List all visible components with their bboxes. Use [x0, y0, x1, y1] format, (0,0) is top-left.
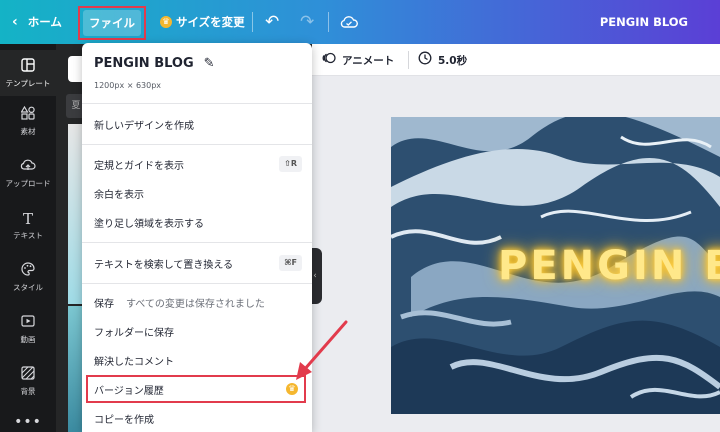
design-title[interactable]: PENGIN BLOG — [600, 0, 688, 44]
design-headline[interactable]: PENGIN B — [498, 243, 720, 289]
menu-item-label: 塗り足し領域を表示する — [94, 218, 204, 230]
sidebar-item-background[interactable]: 背景 — [0, 366, 56, 397]
animate-button[interactable]: アニメート — [322, 44, 394, 76]
crown-icon: ♛ — [160, 16, 172, 28]
duration-button[interactable]: 5.0秒 — [418, 44, 467, 76]
redo-icon[interactable]: ↷ — [300, 0, 314, 44]
text-icon: T — [22, 210, 33, 228]
save-status-text: すべての変更は保存されました — [126, 298, 265, 310]
divider — [408, 51, 409, 69]
sidebar-item-styles[interactable]: スタイル — [0, 262, 56, 293]
chevron-left-icon: ‹ — [12, 14, 18, 30]
animate-label: アニメート — [342, 54, 395, 67]
top-bar: ‹ ホーム ファイル ♛ サイズを変更 ↶ ↷ PENGIN BLOG — [0, 0, 720, 44]
editor-toolbar: アニメート 5.0秒 — [312, 44, 720, 76]
cloud-saved-icon[interactable] — [340, 0, 358, 44]
menu-item-save[interactable]: 保存 すべての変更は保存されました — [82, 288, 312, 316]
menu-item-label: 余白を表示 — [94, 189, 144, 201]
duration-label: 5.0秒 — [438, 54, 468, 67]
video-icon — [0, 314, 56, 332]
palette-icon — [0, 262, 56, 280]
menu-title-text: PENGIN BLOG — [94, 55, 194, 71]
clock-icon — [418, 51, 432, 69]
menu-item-show-margins[interactable]: 余白を表示 — [82, 179, 312, 207]
menu-item-save-to-folder[interactable]: フォルダーに保存 — [82, 317, 312, 345]
divider — [82, 242, 312, 243]
menu-item-label: フォルダーに保存 — [94, 327, 174, 339]
undo-icon[interactable]: ↶ — [265, 0, 279, 44]
template-thumbnail[interactable] — [68, 124, 82, 304]
highlight-box — [86, 375, 306, 403]
sidebar-item-label: 動画 — [20, 335, 36, 344]
menu-item-label: 解決したコメント — [94, 356, 174, 368]
menu-item-label: コピーを作成 — [94, 414, 154, 426]
menu-design-title[interactable]: PENGIN BLOG ✎ — [94, 53, 215, 73]
sidebar-item-label: アップロード — [5, 179, 51, 188]
menu-item-label: テキストを検索して置き換える — [94, 259, 234, 271]
divider — [82, 144, 312, 145]
menu-item-label: 新しいデザインを作成 — [94, 120, 194, 132]
shortcut-badge: ⇧R — [279, 156, 302, 172]
upload-icon — [0, 158, 56, 176]
file-menu-highlight: ファイル — [78, 6, 146, 40]
sidebar-item-templates[interactable]: テンプレート — [0, 50, 56, 96]
more-icon[interactable]: ••• — [0, 414, 56, 430]
sidebar-item-label: テンプレート — [5, 79, 51, 88]
sidebar-item-elements[interactable]: 素材 — [0, 105, 56, 137]
template-icon — [0, 58, 56, 76]
menu-item-make-copy[interactable]: コピーを作成 — [82, 404, 312, 432]
menu-item-label: 定規とガイドを表示 — [94, 160, 184, 172]
divider — [328, 12, 329, 32]
divider — [252, 12, 253, 32]
file-dropdown-menu: PENGIN BLOG ✎ 1200px × 630px 新しいデザインを作成 … — [82, 43, 312, 432]
elements-icon — [0, 105, 56, 124]
menu-item-show-rulers[interactable]: 定規とガイドを表示 ⇧R — [82, 150, 312, 178]
background-icon — [0, 366, 56, 384]
shortcut-badge: ⌘F — [279, 255, 302, 271]
resize-button[interactable]: ♛ サイズを変更 — [160, 0, 245, 44]
sidebar-item-uploads[interactable]: アップロード — [0, 158, 56, 189]
menu-item-resolved-comments[interactable]: 解決したコメント — [82, 346, 312, 374]
resize-label: サイズを変更 — [176, 15, 245, 29]
animate-icon — [322, 51, 336, 69]
sidebar-item-label: 素材 — [20, 127, 36, 136]
menu-item-show-bleed[interactable]: 塗り足し領域を表示する — [82, 208, 312, 236]
sidebar-item-text[interactable]: T テキスト — [0, 210, 56, 241]
template-thumbnail[interactable] — [68, 306, 82, 432]
left-sidebar: テンプレート 素材 アップロード T テキスト スタイル 動画 背景 ••• — [0, 44, 56, 432]
home-label: ホーム — [27, 15, 62, 29]
divider — [82, 103, 312, 104]
pencil-icon[interactable]: ✎ — [204, 56, 215, 71]
file-menu-button[interactable]: ファイル — [83, 10, 141, 36]
menu-item-label: 保存 — [94, 298, 114, 310]
design-dimensions: 1200px × 630px — [94, 81, 162, 90]
menu-item-find-replace[interactable]: テキストを検索して置き換える ⌘F — [82, 249, 312, 277]
divider — [82, 283, 312, 284]
sidebar-item-label: スタイル — [13, 283, 43, 292]
sidebar-item-label: テキスト — [13, 231, 43, 240]
design-canvas[interactable]: PENGIN B — [391, 117, 720, 414]
home-button[interactable]: ‹ ホーム — [12, 0, 62, 44]
sidebar-item-video[interactable]: 動画 — [0, 314, 56, 345]
sidebar-item-label: 背景 — [20, 387, 36, 396]
menu-item-new-design[interactable]: 新しいデザインを作成 — [82, 110, 312, 138]
